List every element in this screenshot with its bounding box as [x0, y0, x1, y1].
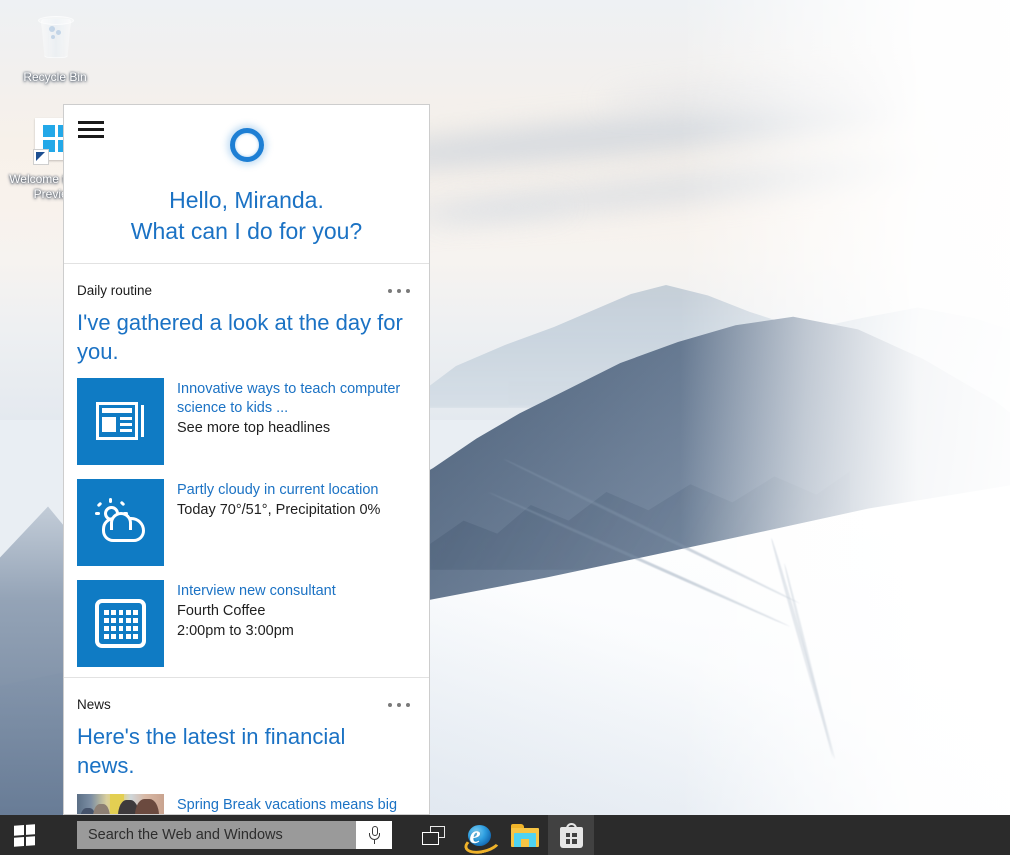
list-item-subtitle: Fourth Coffee: [177, 601, 336, 621]
file-explorer-button[interactable]: [502, 815, 548, 855]
cortana-greeting: Hello, Miranda. What can I do for you?: [64, 185, 429, 247]
news-photo-thumbnail: [77, 794, 164, 815]
list-item-subtitle: Today 70°/51°, Precipitation 0%: [177, 500, 380, 520]
section-header: Daily routine: [64, 272, 429, 302]
more-options-icon[interactable]: [386, 285, 412, 297]
task-view-icon: [422, 826, 445, 845]
store-icon: [560, 823, 583, 848]
list-item-weather[interactable]: Partly cloudy in current location Today …: [64, 475, 429, 576]
desktop-icon-label: Recycle Bin: [23, 70, 86, 84]
partly-cloudy-icon: [77, 479, 164, 566]
recycle-bin-icon: [31, 16, 79, 64]
list-item-news-headlines[interactable]: Innovative ways to teach computer scienc…: [64, 374, 429, 475]
list-item-subtitle: See more top headlines: [177, 418, 417, 438]
list-item-title[interactable]: Partly cloudy in current location: [177, 481, 380, 500]
internet-explorer-icon: e: [466, 822, 493, 849]
shortcut-arrow-icon: [33, 149, 49, 165]
section-news: News Here's the latest in financial news…: [64, 686, 429, 815]
search-input[interactable]: Search the Web and Windows: [77, 821, 392, 849]
section-lead-text: Here's the latest in financial news.: [64, 716, 429, 790]
section-lead-text: I've gathered a look at the day for you.: [64, 302, 429, 374]
internet-explorer-button[interactable]: e: [456, 815, 502, 855]
windows-logo-icon: [14, 824, 35, 846]
cortana-panel[interactable]: Hello, Miranda. What can I do for you? D…: [63, 104, 430, 815]
newspaper-icon: [77, 378, 164, 465]
section-title: Daily routine: [77, 283, 152, 298]
more-options-icon[interactable]: [386, 699, 412, 711]
desktop-icon-recycle-bin[interactable]: Recycle Bin: [0, 16, 110, 85]
section-divider: [64, 263, 429, 272]
list-item-title[interactable]: Interview new consultant: [177, 582, 336, 601]
section-title: News: [77, 697, 111, 712]
task-view-button[interactable]: [410, 815, 456, 855]
microphone-icon[interactable]: [356, 821, 392, 849]
greeting-line-2: What can I do for you?: [64, 216, 429, 247]
calendar-icon: [77, 580, 164, 667]
list-item-title[interactable]: Innovative ways to teach computer scienc…: [177, 380, 417, 418]
search-placeholder: Search the Web and Windows: [77, 827, 356, 843]
list-item-time: 2:00pm to 3:00pm: [177, 621, 336, 641]
cortana-ring-icon[interactable]: [64, 128, 429, 167]
store-button[interactable]: [548, 815, 594, 855]
list-item-title[interactable]: Spring Break vacations means big busines…: [177, 796, 417, 815]
cortana-header: Hello, Miranda. What can I do for you?: [64, 105, 429, 263]
section-header: News: [64, 686, 429, 716]
section-divider: [64, 677, 429, 686]
section-daily-routine: Daily routine I've gathered a look at th…: [64, 272, 429, 677]
file-explorer-icon: [511, 824, 539, 847]
list-item-news-story[interactable]: Spring Break vacations means big busines…: [64, 790, 429, 815]
start-button[interactable]: [0, 815, 48, 855]
greeting-line-1: Hello, Miranda.: [64, 185, 429, 216]
taskbar[interactable]: Search the Web and Windows e: [0, 815, 1010, 855]
list-item-calendar-event[interactable]: Interview new consultant Fourth Coffee 2…: [64, 576, 429, 677]
